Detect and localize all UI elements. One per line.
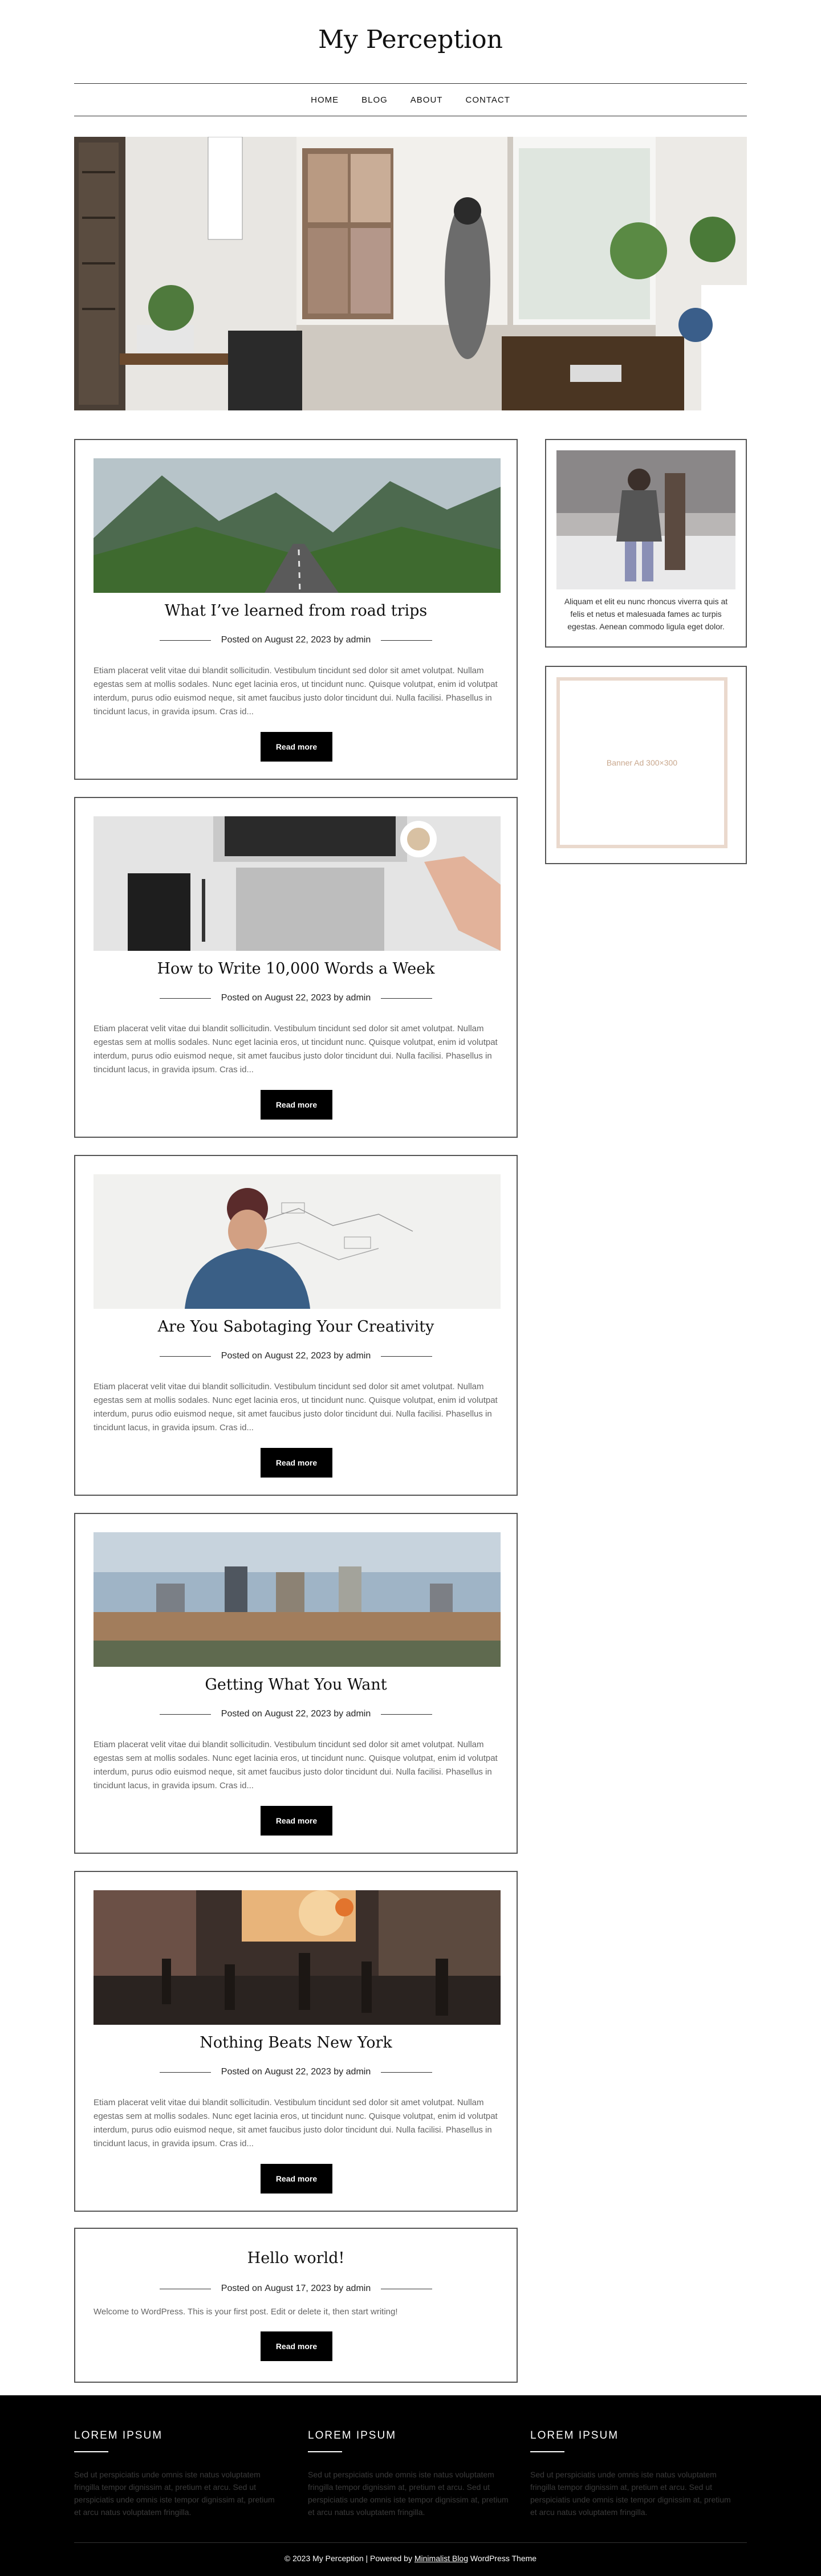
post-image-city[interactable] [94, 1532, 501, 1667]
meta-divider [381, 2072, 433, 2073]
meta-by: by [334, 2067, 344, 2077]
meta-prefix: Posted on [221, 1351, 262, 1361]
nav-item-blog[interactable]: BLOG [361, 95, 388, 105]
post-title[interactable]: Nothing Beats New York [75, 2034, 517, 2052]
footer-column-text: Sed ut perspiciatis unde omnis iste natu… [74, 2470, 275, 2517]
post-meta: Posted on August 22, 2023 by admin [75, 1709, 517, 1719]
meta-prefix: Posted on [221, 2284, 262, 2293]
meta-by: by [334, 2284, 344, 2293]
footer-column: LOREM IPSUM Sed ut perspiciatis unde omn… [530, 2430, 735, 2518]
nav-item-contact[interactable]: CONTACT [465, 95, 510, 105]
read-more-button[interactable]: Read more [261, 2331, 332, 2361]
copyright-prefix: © 2023 My Perception | Powered by [284, 2554, 412, 2563]
footer-column: LOREM IPSUM Sed ut perspiciatis unde omn… [74, 2430, 279, 2518]
post-excerpt: Etiam placerat velit vitae dui blandit s… [94, 1024, 498, 1075]
meta-by: by [334, 1709, 344, 1719]
post-card: What I’ve learned from road trips Posted… [74, 439, 518, 780]
nav-item-home[interactable]: HOME [311, 95, 339, 105]
meta-divider [159, 998, 211, 999]
post-meta: Posted on August 17, 2023 by admin [75, 2284, 517, 2294]
footer-title-underline [530, 2451, 564, 2452]
post-title[interactable]: What I’ve learned from road trips [75, 602, 517, 620]
post-card: Nothing Beats New York Posted on August … [74, 1871, 518, 2212]
footer-title-underline [74, 2451, 108, 2452]
meta-divider [381, 1714, 433, 1715]
post-meta: Posted on August 22, 2023 by admin [75, 993, 517, 1003]
post-author[interactable]: admin [346, 2284, 371, 2294]
footer-divider [74, 2542, 747, 2543]
about-image [556, 450, 735, 589]
main-navigation: HOME BLOG ABOUT CONTACT [74, 83, 747, 116]
post-meta: Posted on August 22, 2023 by admin [75, 2067, 517, 2077]
site-title[interactable]: My Perception [0, 25, 821, 54]
footer-column: LOREM IPSUM Sed ut perspiciatis unde omn… [308, 2430, 513, 2518]
meta-divider [159, 640, 211, 641]
footer-column-title: LOREM IPSUM [308, 2430, 397, 2441]
post-card: Getting What You Want Posted on August 2… [74, 1513, 518, 1854]
meta-by: by [334, 635, 344, 645]
meta-divider [159, 1356, 211, 1357]
copyright-suffix: WordPress Theme [470, 2554, 537, 2563]
meta-divider [381, 640, 433, 641]
about-text: Aliquam et elit eu nunc rhoncus viverra … [564, 597, 728, 631]
nav-item-about[interactable]: ABOUT [410, 95, 443, 105]
post-image-road[interactable] [94, 458, 501, 593]
post-meta: Posted on August 22, 2023 by admin [75, 635, 517, 645]
post-author[interactable]: admin [346, 2067, 371, 2077]
post-author[interactable]: admin [346, 635, 371, 645]
theme-link[interactable]: Minimalist Blog [414, 2554, 468, 2563]
meta-divider [381, 998, 433, 999]
post-excerpt: Etiam placerat velit vitae dui blandit s… [94, 2098, 498, 2148]
hero-image [74, 137, 747, 410]
post-date[interactable]: August 22, 2023 [265, 993, 331, 1003]
meta-prefix: Posted on [221, 1709, 262, 1719]
post-image-laptop[interactable] [94, 816, 501, 951]
banner-ad[interactable]: Banner Ad 300×300 [556, 677, 727, 848]
footer-column-title: LOREM IPSUM [74, 2430, 163, 2441]
post-excerpt: Etiam placerat velit vitae dui blandit s… [94, 666, 498, 717]
meta-divider [159, 2072, 211, 2073]
post-title[interactable]: Hello world! [75, 2249, 517, 2267]
meta-prefix: Posted on [221, 2067, 262, 2077]
post-author[interactable]: admin [346, 1709, 371, 1719]
post-date[interactable]: August 22, 2023 [265, 1709, 331, 1719]
post-title[interactable]: Are You Sabotaging Your Creativity [75, 1318, 517, 1336]
about-widget: Aliquam et elit eu nunc rhoncus viverra … [545, 439, 747, 648]
meta-divider [381, 1356, 433, 1357]
post-date[interactable]: August 17, 2023 [265, 2284, 331, 2294]
meta-by: by [334, 993, 344, 1003]
site-footer: LOREM IPSUM Sed ut perspiciatis unde omn… [0, 2395, 821, 2576]
post-author[interactable]: admin [346, 993, 371, 1003]
post-excerpt: Etiam placerat velit vitae dui blandit s… [94, 1382, 498, 1433]
footer-title-underline [308, 2451, 342, 2452]
post-date[interactable]: August 22, 2023 [265, 635, 331, 645]
banner-widget: Banner Ad 300×300 [545, 666, 747, 864]
meta-prefix: Posted on [221, 993, 262, 1003]
footer-column-text: Sed ut perspiciatis unde omnis iste natu… [308, 2470, 509, 2517]
copyright: © 2023 My Perception | Powered by Minima… [0, 2554, 821, 2563]
post-title[interactable]: How to Write 10,000 Words a Week [75, 960, 517, 978]
post-card: How to Write 10,000 Words a Week Posted … [74, 797, 518, 1138]
read-more-button[interactable]: Read more [261, 1090, 332, 1120]
read-more-button[interactable]: Read more [261, 1806, 332, 1836]
post-image-whiteboard[interactable] [94, 1174, 501, 1309]
post-date[interactable]: August 22, 2023 [265, 2067, 331, 2077]
post-card: Are You Sabotaging Your Creativity Poste… [74, 1155, 518, 1496]
post-meta: Posted on August 22, 2023 by admin [75, 1351, 517, 1361]
post-card: Hello world! Posted on August 17, 2023 b… [74, 2228, 518, 2383]
meta-prefix: Posted on [221, 635, 262, 645]
read-more-button[interactable]: Read more [261, 1448, 332, 1478]
meta-divider [159, 1714, 211, 1715]
post-title[interactable]: Getting What You Want [75, 1676, 517, 1694]
footer-column-text: Sed ut perspiciatis unde omnis iste natu… [530, 2470, 731, 2517]
meta-by: by [334, 1351, 344, 1361]
post-author[interactable]: admin [346, 1351, 371, 1361]
post-excerpt: Etiam placerat velit vitae dui blandit s… [94, 1740, 498, 1790]
read-more-button[interactable]: Read more [261, 2164, 332, 2194]
post-excerpt: Welcome to WordPress. This is your first… [94, 2307, 398, 2317]
post-image-street-crowd[interactable] [94, 1890, 501, 2025]
post-date[interactable]: August 22, 2023 [265, 1351, 331, 1361]
read-more-button[interactable]: Read more [261, 732, 332, 762]
footer-column-title: LOREM IPSUM [530, 2430, 619, 2441]
